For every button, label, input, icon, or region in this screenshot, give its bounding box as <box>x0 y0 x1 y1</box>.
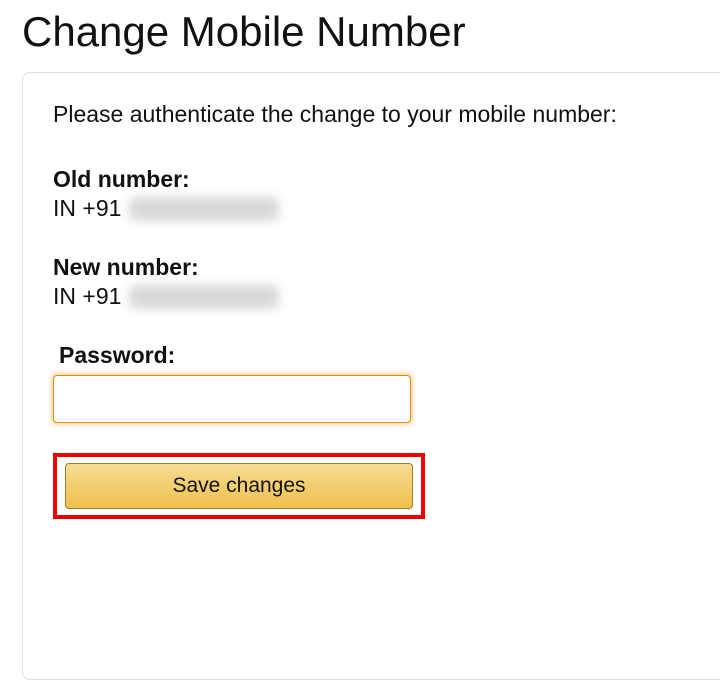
save-changes-button[interactable]: Save changes <box>65 463 413 509</box>
old-number-block: Old number: IN +91 <box>53 166 692 222</box>
password-label: Password: <box>59 342 692 369</box>
new-number-redacted <box>129 285 279 309</box>
save-button-highlight: Save changes <box>53 453 425 519</box>
new-number-block: New number: IN +91 <box>53 254 692 310</box>
old-number-redacted <box>129 197 279 221</box>
page-title: Change Mobile Number <box>0 0 720 72</box>
instruction-text: Please authenticate the change to your m… <box>53 101 692 128</box>
new-number-label: New number: <box>53 254 692 281</box>
old-number-prefix: IN +91 <box>53 195 121 222</box>
form-panel: Please authenticate the change to your m… <box>22 72 720 680</box>
new-number-prefix: IN +91 <box>53 283 121 310</box>
password-input[interactable] <box>53 375 411 423</box>
old-number-label: Old number: <box>53 166 692 193</box>
